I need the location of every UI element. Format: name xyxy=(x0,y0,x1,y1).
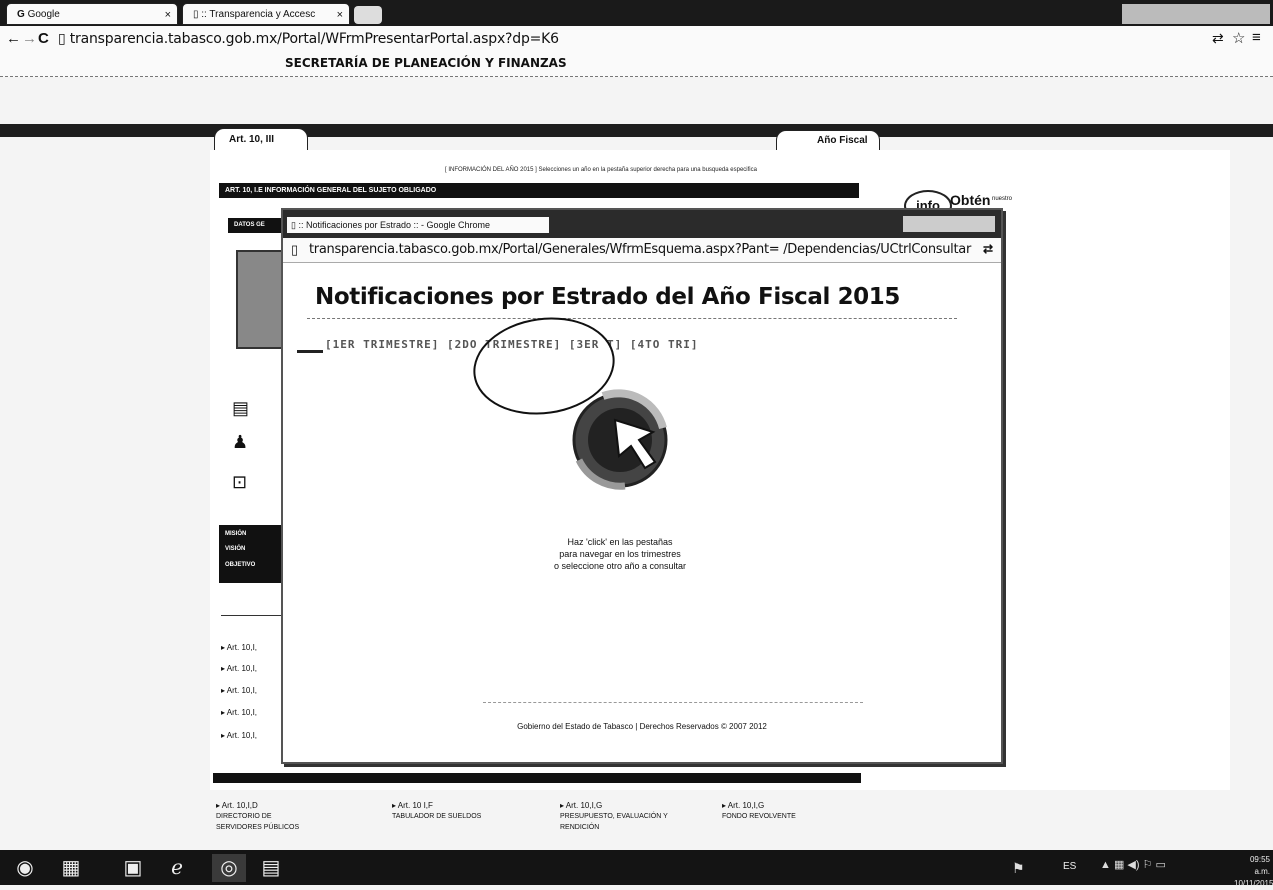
tray-icons[interactable]: ▲ ▦ ◀) ⚐ ▭ xyxy=(1100,858,1166,871)
divider xyxy=(483,702,863,703)
header-band xyxy=(0,124,1273,137)
clock-date: 10/11/2015 xyxy=(1234,879,1273,888)
bottom-link-desc: TABULADOR DE SUELDOS xyxy=(392,813,482,820)
translate-icon[interactable]: ⇄ xyxy=(1212,30,1224,47)
instruction-line: Haz 'click' en las pestañas xyxy=(567,537,673,547)
bottom-link-tabulador[interactable]: ▸ Art. 10 I,F TABULADOR DE SUELDOS xyxy=(392,800,522,822)
tab-close-button[interactable]: × xyxy=(165,4,171,24)
popup-titlebar[interactable]: ▯ :: Notificaciones por Estrado :: - Goo… xyxy=(283,210,1001,238)
url-field[interactable]: ▯ transparencia.tabasco.gob.mx/Portal/WF… xyxy=(58,30,559,48)
window-controls[interactable] xyxy=(1122,4,1270,24)
popup-window-controls[interactable] xyxy=(903,216,995,232)
users-icon: ♟ xyxy=(232,432,249,452)
url-text: transparencia.tabasco.gob.mx/Portal/WFrm… xyxy=(69,31,559,47)
popup-url[interactable]: transparencia.tabasco.gob.mx/Portal/Gene… xyxy=(309,242,971,257)
bottom-link-presupuesto[interactable]: ▸ Art. 10,I,G PRESUPUESTO, EVALUACIÓN Y … xyxy=(560,800,690,833)
divider xyxy=(307,318,957,319)
flag-icon[interactable]: ⚑ xyxy=(1012,860,1025,877)
art-tab[interactable]: Art. 10, III xyxy=(214,128,308,150)
anio-fiscal-tab[interactable]: Año Fiscal xyxy=(776,130,880,150)
new-tab-button[interactable] xyxy=(354,6,382,24)
art-link[interactable]: ▸ Art. 10,I, xyxy=(221,664,257,673)
popup-address-bar: ▯ transparencia.tabasco.gob.mx/Portal/Ge… xyxy=(283,238,1001,263)
objective-item[interactable]: OBJETIVO xyxy=(225,555,287,575)
forward-icon[interactable]: → xyxy=(22,30,37,48)
tab-label: Google xyxy=(27,9,60,20)
media-icon[interactable]: ▣ xyxy=(116,854,150,882)
clock-time: 09:55 a.m. xyxy=(1249,855,1270,876)
divider xyxy=(297,350,323,353)
popup-title: ▯ :: Notificaciones por Estrado :: - Goo… xyxy=(287,217,549,233)
explorer-icon[interactable]: ▦ xyxy=(54,854,88,882)
menu-icon[interactable]: ≡ xyxy=(1252,29,1261,46)
popup-footer: Gobierno del Estado de Tabasco | Derecho… xyxy=(517,722,767,731)
bottom-band xyxy=(213,773,861,783)
section-title: ART. 10, I.E INFORMACIÓN GENERAL DEL SUJ… xyxy=(219,183,859,198)
datos-label: DATOS GE xyxy=(228,218,288,233)
art-link[interactable]: ▸ Art. 10,I, xyxy=(221,731,257,740)
bottom-link-art: ▸ Art. 10,I,G xyxy=(560,801,603,810)
mission-item[interactable]: MISIÓN xyxy=(225,525,287,543)
tab-transparencia[interactable]: ▯ :: Transparencia y Accesc × xyxy=(182,3,350,25)
star-icon[interactable]: ☆ xyxy=(1232,29,1245,47)
art-link[interactable]: ▸ Art. 10,I, xyxy=(221,708,257,717)
bottom-link-desc: PRESUPUESTO, EVALUACIÓN Y RENDICIÓN xyxy=(560,813,668,831)
popup-heading: Notificaciones por Estrado del Año Fisca… xyxy=(315,284,900,310)
art-link[interactable]: ▸ Art. 10,I, xyxy=(221,643,257,652)
bottom-link-desc: DIRECTORIO DE SERVIDORES PÚBLICOS xyxy=(216,813,300,831)
google-icon: G xyxy=(17,9,28,20)
web-icon: ⊡ xyxy=(232,472,248,492)
word-icon[interactable]: ▤ xyxy=(254,854,288,882)
bottom-link-directorio[interactable]: ▸ Art. 10,I,D DIRECTORIO DE SERVIDORES P… xyxy=(216,800,336,833)
tab-google[interactable]: G Google × xyxy=(6,3,178,25)
instruction-line: o seleccione otro año a consultar xyxy=(553,561,687,571)
bottom-link-art: ▸ Art. 10,I,D xyxy=(216,801,258,810)
directory-icon: ▤ xyxy=(232,398,250,418)
art-link[interactable]: ▸ Art. 10,I, xyxy=(221,686,257,695)
bottom-link-fondo[interactable]: ▸ Art. 10,I,G FONDO REVOLVENTE xyxy=(722,800,842,822)
reload-icon[interactable]: C xyxy=(38,30,49,48)
popup-title-text: :: Notificaciones por Estrado :: - Googl… xyxy=(298,220,491,230)
popup-instructions: Haz 'click' en las pestañas para navegar… xyxy=(483,536,757,572)
obten-sub: nuestro xyxy=(992,196,1013,202)
translate-icon[interactable]: ⇄ xyxy=(983,242,993,256)
start-icon[interactable]: ◉ xyxy=(8,854,42,882)
popup-window: ▯ :: Notificaciones por Estrado :: - Goo… xyxy=(281,208,1003,764)
page-icon: ▯ xyxy=(291,242,299,257)
page-header: SECRETARÍA DE PLANEACIÓN Y FINANZAS xyxy=(285,56,567,70)
bottom-link-art: ▸ Art. 10 I,F xyxy=(392,801,433,810)
tab-label: :: Transparencia y Accesc xyxy=(201,9,316,20)
divider xyxy=(221,615,281,616)
tab-close-button[interactable]: × xyxy=(337,4,343,24)
ie-icon[interactable]: ℯ xyxy=(160,854,194,882)
instruction-line: para navegar en los trimestres xyxy=(559,549,681,559)
obten-label[interactable]: Obtén xyxy=(950,192,990,208)
back-icon[interactable]: ← xyxy=(6,30,21,48)
bottom-link-art: ▸ Art. 10,I,G xyxy=(722,801,765,810)
chrome-icon[interactable]: ◎ xyxy=(212,854,246,882)
bottom-link-desc: FONDO REVOLVENTE xyxy=(722,813,796,820)
vision-item[interactable]: VISIÓN xyxy=(225,543,287,555)
mission-box: MISIÓN VISIÓN OBJETIVO xyxy=(219,525,287,583)
language-indicator[interactable]: ES xyxy=(1063,861,1076,872)
info-line: [ INFORMACIÓN DEL AÑO 2015 ] Selecciones… xyxy=(445,167,757,173)
cursor-click-icon xyxy=(572,389,668,490)
